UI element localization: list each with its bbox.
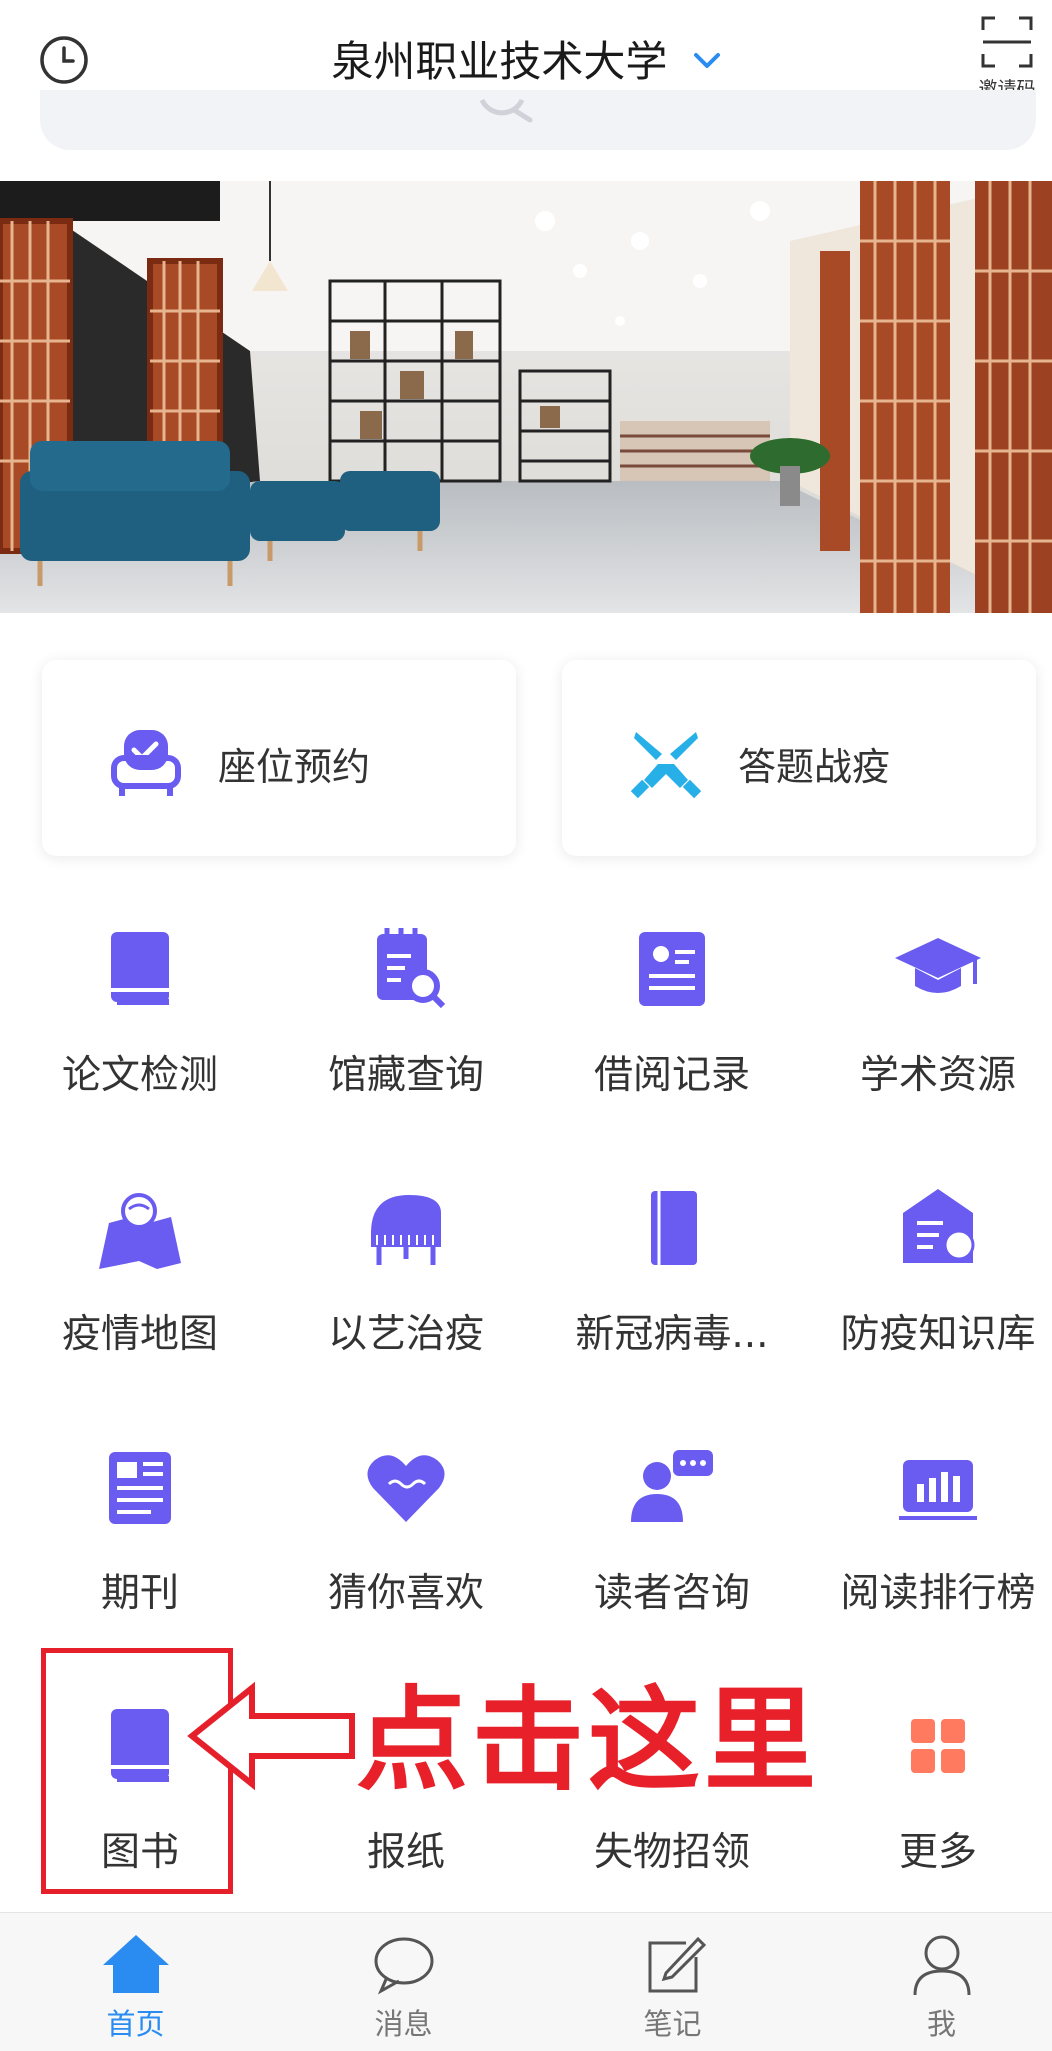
quiz-fight-epidemic-label: 答题战疫	[738, 745, 891, 789]
more-grid-icon	[911, 1719, 965, 1773]
map-icon	[99, 1193, 181, 1269]
grid-item-label: 报纸	[366, 1830, 445, 1875]
catalog-search-icon	[377, 928, 446, 1009]
user-icon	[913, 1935, 970, 1996]
edit-note-icon	[648, 1936, 706, 1993]
newspaper-icon	[109, 1452, 171, 1524]
grid-item-label: 更多	[898, 1830, 977, 1875]
grid-item-label: 阅读排行榜	[840, 1571, 1036, 1616]
home-icon	[102, 1935, 169, 1993]
book-icon	[111, 932, 169, 1005]
grid-item-reader-consult[interactable]: 读者咨询	[539, 1442, 805, 1662]
grid-item-label: 失物招领	[593, 1830, 750, 1875]
grid-item-academic-resources[interactable]: 学术资源	[805, 924, 1052, 1144]
grid-item-covid-info[interactable]: 新冠病毒...	[539, 1183, 805, 1403]
bottom-tab-bar: 首页 消息 笔记 我	[0, 1912, 1052, 2051]
grid-item-label: 新冠病毒...	[575, 1312, 769, 1357]
grid-item-art-against-epidemic[interactable]: 以艺治疫	[273, 1183, 539, 1403]
grid-item-guess-you-like[interactable]: 猜你喜欢	[273, 1442, 539, 1662]
grid-item-label: 读者咨询	[593, 1571, 750, 1616]
grid-item-journals[interactable]: 期刊	[7, 1442, 273, 1662]
grid-item-label: 论文检测	[61, 1053, 218, 1098]
grid-item-label: 学术资源	[859, 1053, 1016, 1098]
tab-messages[interactable]: 消息	[272, 1913, 535, 2051]
grid-item-collection-search[interactable]: 馆藏查询	[273, 924, 539, 1144]
grid-item-epidemic-map[interactable]: 疫情地图	[7, 1183, 273, 1403]
chat-bubble-icon	[374, 1937, 433, 1995]
school-selector[interactable]: 泉州职业技术大学	[0, 28, 1052, 89]
piano-icon	[371, 1195, 441, 1265]
tab-me[interactable]: 我	[810, 1913, 1052, 2051]
tab-label: 消息	[374, 2007, 433, 2041]
notebook-icon	[651, 1191, 697, 1265]
crossed-swords-icon	[630, 732, 702, 799]
grid-item-label: 防疫知识库	[840, 1312, 1036, 1357]
grid-item-label: 以艺治疫	[327, 1312, 484, 1357]
chevron-down-icon	[693, 52, 720, 68]
chat-user-icon	[631, 1450, 713, 1522]
grid-item-borrow-record[interactable]: 借阅记录	[539, 924, 805, 1144]
tab-label: 首页	[106, 2007, 165, 2041]
invite-code-button[interactable]: 邀请码	[962, 14, 1052, 101]
tab-notes[interactable]: 笔记	[541, 1913, 804, 2051]
tab-label: 笔记	[643, 2007, 702, 2041]
school-name: 泉州职业技术大学	[331, 37, 668, 86]
grid-item-label: 猜你喜欢	[327, 1571, 484, 1616]
grid-item-more[interactable]: 更多	[805, 1701, 1052, 1921]
seat-reservation-label: 座位预约	[218, 745, 371, 789]
click-here-annotation: 点击这里	[356, 1676, 820, 1806]
library-banner-image[interactable]	[0, 181, 1052, 613]
grid-item-label: 疫情地图	[61, 1312, 218, 1357]
heart-icon	[367, 1455, 445, 1522]
grid-item-label: 馆藏查询	[327, 1053, 484, 1098]
knowledge-house-icon	[903, 1189, 975, 1263]
bar-chart-icon	[899, 1460, 977, 1520]
scan-icon	[981, 16, 1033, 68]
search-bar[interactable]	[40, 90, 1036, 150]
left-arrow-annotation-icon	[187, 1681, 355, 1791]
tab-label: 我	[926, 2007, 956, 2041]
grid-item-label: 期刊	[100, 1571, 179, 1616]
tab-home[interactable]: 首页	[4, 1913, 267, 2051]
search-icon	[479, 98, 533, 123]
grid-item-thesis-check[interactable]: 论文检测	[7, 924, 273, 1144]
grid-item-reading-ranking[interactable]: 阅读排行榜	[805, 1442, 1052, 1662]
id-card-icon	[639, 932, 705, 1006]
grid-item-label: 借阅记录	[593, 1053, 750, 1098]
seat-reservation-icon	[111, 730, 181, 796]
grid-item-prevention-knowledge[interactable]: 防疫知识库	[805, 1183, 1052, 1403]
seat-reservation-card[interactable]: 座位预约	[42, 660, 516, 856]
quiz-fight-epidemic-card[interactable]: 答题战疫	[562, 660, 1036, 856]
graduation-cap-icon	[895, 938, 981, 993]
